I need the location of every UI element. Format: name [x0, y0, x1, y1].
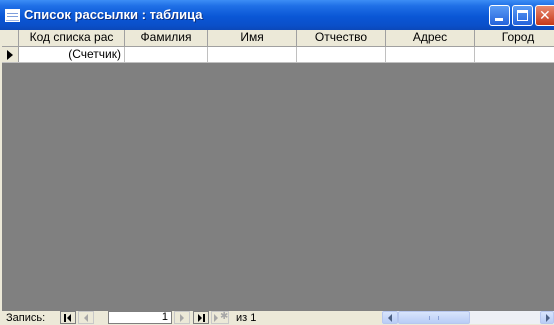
record-navigation-bar: Запись: 1 ✱ из 1	[0, 311, 554, 325]
column-header-name[interactable]: Имя	[208, 30, 297, 46]
counter-placeholder: (Счетчик)	[19, 48, 123, 61]
row-selector-arrow-icon	[7, 50, 13, 60]
next-record-icon	[180, 314, 184, 322]
last-record-button[interactable]	[193, 311, 209, 324]
chevron-left-icon	[388, 314, 392, 322]
prev-record-icon	[84, 314, 88, 322]
scroll-left-button[interactable]	[382, 311, 398, 324]
column-header-surname[interactable]: Фамилия	[125, 30, 208, 46]
minimize-button[interactable]	[489, 5, 510, 26]
close-button[interactable]	[535, 5, 554, 26]
cell-list-code[interactable]: (Счетчик)	[19, 47, 125, 62]
table-icon[interactable]	[5, 9, 20, 22]
cell-name[interactable]	[208, 47, 297, 62]
row-selector[interactable]	[2, 47, 19, 62]
record-count: из 1	[236, 312, 257, 324]
new-record-row: (Счетчик)	[2, 47, 554, 63]
column-header-list-code[interactable]: Код списка рас	[19, 30, 125, 46]
prev-record-button[interactable]	[78, 311, 94, 324]
next-record-button[interactable]	[174, 311, 190, 324]
cell-surname[interactable]	[125, 47, 208, 62]
window-title: Список рассылки : таблица	[24, 7, 203, 22]
current-record-field[interactable]: 1	[108, 311, 172, 324]
table-window: Список рассылки : таблица Код списка рас…	[0, 0, 554, 325]
datasheet-grid: Код списка рас Фамилия Имя Отчество Адре…	[2, 30, 554, 311]
cell-address[interactable]	[386, 47, 475, 62]
last-record-icon	[198, 314, 202, 322]
maximize-button[interactable]	[512, 5, 533, 26]
cell-city[interactable]	[475, 47, 554, 62]
first-record-button[interactable]	[60, 311, 76, 324]
select-all-corner[interactable]	[2, 30, 19, 46]
chevron-right-icon	[546, 314, 550, 322]
horizontal-scrollbar[interactable]	[382, 311, 554, 324]
column-header-address[interactable]: Адрес	[386, 30, 475, 46]
column-header-city[interactable]: Город	[475, 30, 554, 46]
scroll-thumb[interactable]	[398, 311, 470, 324]
new-record-icon	[214, 314, 218, 322]
new-record-button[interactable]: ✱	[211, 311, 229, 324]
first-record-icon	[64, 314, 66, 322]
record-label: Запись:	[6, 312, 46, 324]
title-bar[interactable]: Список рассылки : таблица	[0, 0, 554, 30]
cell-patronymic[interactable]	[297, 47, 386, 62]
scroll-right-button[interactable]	[540, 311, 554, 324]
column-header-row: Код списка рас Фамилия Имя Отчество Адре…	[2, 30, 554, 47]
column-header-patronymic[interactable]: Отчество	[297, 30, 386, 46]
